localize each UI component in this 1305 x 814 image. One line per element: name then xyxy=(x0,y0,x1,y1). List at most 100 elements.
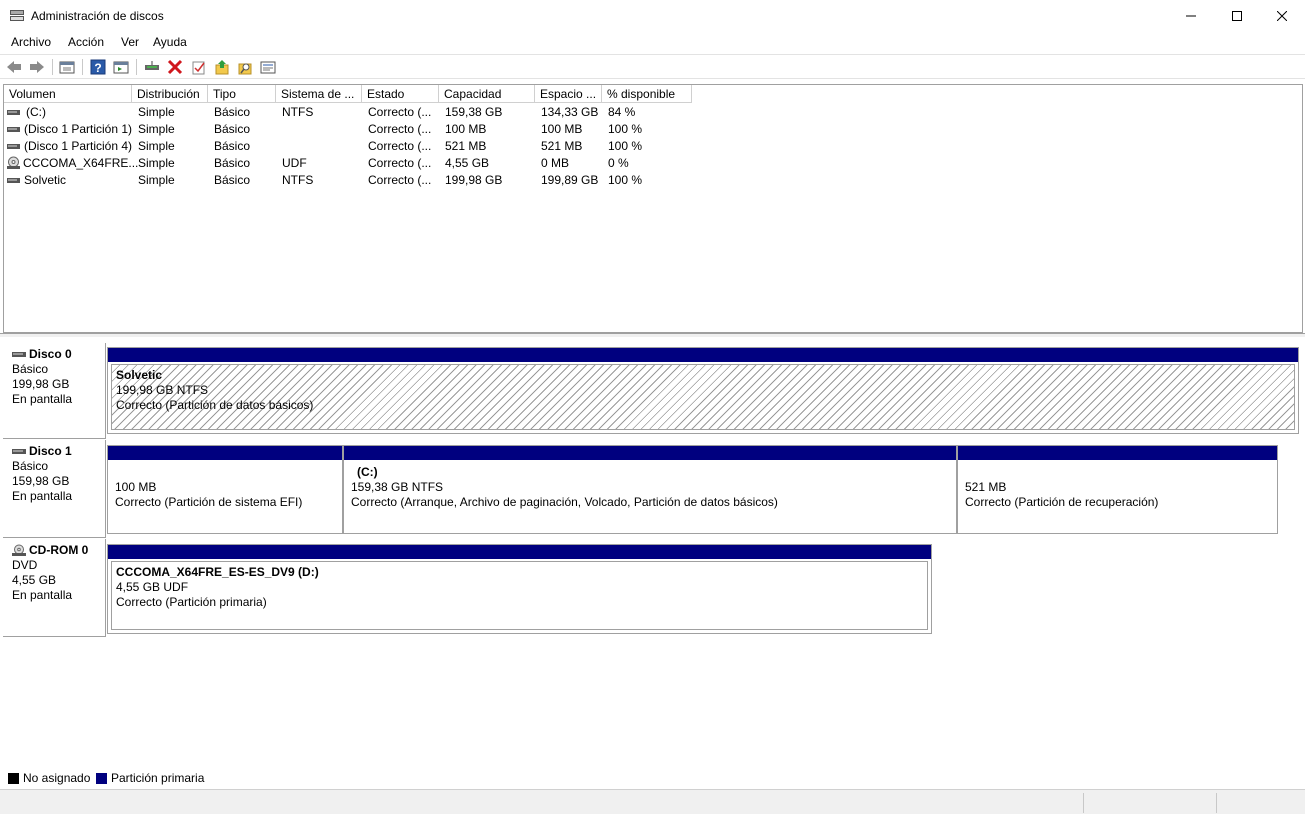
column-header-capacidad[interactable]: Capacidad xyxy=(439,85,535,103)
partition-solvetic[interactable]: Solvetic 199,98 GB NTFS Correcto (Partic… xyxy=(107,347,1299,434)
legend-item-primary: Partición primaria xyxy=(96,771,204,785)
disk-name: Disco 1 xyxy=(29,444,72,458)
properties-button[interactable] xyxy=(259,58,277,76)
legend-swatch xyxy=(96,772,107,784)
partition-c[interactable]: (C:) 159,38 GB NTFS Correcto (Arranque, … xyxy=(343,445,957,534)
column-header-volumen[interactable]: Volumen xyxy=(4,85,132,103)
partition-status: Correcto (Arranque, Archivo de paginació… xyxy=(351,495,778,509)
volume-status: Correcto (... xyxy=(368,173,432,187)
menu-bar: Archivo Acción Ver Ayuda xyxy=(0,31,1305,53)
toolbar: ? xyxy=(0,54,1305,79)
volume-row[interactable]: (C:) Simple Básico NTFS Correcto (... 15… xyxy=(4,104,1302,121)
column-header-sistema[interactable]: Sistema de ... xyxy=(276,85,362,103)
partition-title: (C:) xyxy=(357,465,378,479)
column-header-estado[interactable]: Estado xyxy=(362,85,439,103)
forward-button[interactable] xyxy=(28,58,46,76)
volume-row[interactable]: (Disco 1 Partición 1) Simple Básico Corr… xyxy=(4,121,1302,138)
volume-percent: 0 % xyxy=(608,156,629,170)
volume-capacity: 4,55 GB xyxy=(445,156,490,170)
disk-state: En pantalla xyxy=(12,489,73,503)
volume-status: Correcto (... xyxy=(368,139,432,153)
status-segment xyxy=(1083,793,1216,813)
column-header-disponible[interactable]: % disponible xyxy=(602,85,692,103)
volume-name: Solvetic xyxy=(24,173,67,187)
volume-status: Correcto (... xyxy=(368,156,432,170)
legend-swatch xyxy=(8,772,19,784)
menu-archivo[interactable]: Archivo xyxy=(11,35,51,49)
volume-row[interactable]: CCCOMA_X64FRE... Simple Básico UDF Corre… xyxy=(4,155,1302,172)
export-folder-button[interactable] xyxy=(213,58,231,76)
disk-state: En pantalla xyxy=(12,392,73,406)
help-button[interactable]: ? xyxy=(89,58,107,76)
forward-icon xyxy=(30,61,44,73)
cdrom-icon xyxy=(7,156,20,169)
disk-size: 4,55 GB xyxy=(12,573,57,587)
console-view-button[interactable] xyxy=(112,58,130,76)
volume-type: Básico xyxy=(214,122,251,136)
partition-color-bar xyxy=(108,446,342,460)
volume-filesystem: NTFS xyxy=(282,173,314,187)
volume-type: Básico xyxy=(214,105,251,119)
maximize-icon xyxy=(1232,10,1242,21)
minimize-button[interactable] xyxy=(1168,0,1214,31)
disk-label-cdrom-0[interactable]: CD-ROM 0 DVD 4,55 GB En pantalla xyxy=(3,539,106,637)
drive-icon xyxy=(7,144,20,149)
delete-icon xyxy=(167,59,183,75)
partition-body: CCCOMA_X64FRE_ES-ES_DV9 (D:) 4,55 GB UDF… xyxy=(111,561,928,630)
volume-name: (Disco 1 Partición 1) xyxy=(24,122,133,136)
partition-color-bar xyxy=(108,545,931,559)
column-header-tipo[interactable]: Tipo xyxy=(208,85,276,103)
disk-name: CD-ROM 0 xyxy=(29,543,89,557)
volume-row[interactable]: Solvetic Simple Básico NTFS Correcto (..… xyxy=(4,172,1302,189)
volume-status: Correcto (... xyxy=(368,105,432,119)
volume-type: Básico xyxy=(214,139,251,153)
volume-capacity: 199,98 GB xyxy=(445,173,503,187)
close-button[interactable] xyxy=(1259,0,1305,31)
partition-status: Correcto (Partición de datos básicos) xyxy=(116,398,314,412)
disk-label-disco-0[interactable]: Disco 0 Básico 199,98 GB En pantalla xyxy=(3,343,106,439)
properties-view-icon xyxy=(59,61,75,74)
title-bar: Administración de discos xyxy=(0,0,1305,31)
partition-status: Correcto (Partición de recuperación) xyxy=(965,495,1159,509)
partition-recovery[interactable]: 521 MB Correcto (Partición de recuperaci… xyxy=(957,445,1278,534)
volume-row[interactable]: (Disco 1 Partición 4) Simple Básico Corr… xyxy=(4,138,1302,155)
connect-disk-button[interactable] xyxy=(143,58,161,76)
partition-size: 4,55 GB UDF xyxy=(116,580,189,594)
drive-icon xyxy=(12,351,26,357)
cdrom-icon xyxy=(12,544,26,556)
menu-ayuda[interactable]: Ayuda xyxy=(153,35,187,49)
column-header-espacio[interactable]: Espacio ... xyxy=(535,85,602,103)
partition-efi[interactable]: 100 MB Correcto (Partición de sistema EF… xyxy=(107,445,343,534)
volume-filesystem: NTFS xyxy=(282,105,314,119)
maximize-button[interactable] xyxy=(1214,0,1260,31)
properties-view-button[interactable] xyxy=(58,58,76,76)
menu-accion[interactable]: Acción xyxy=(68,35,104,49)
partition-cdrom-d[interactable]: CCCOMA_X64FRE_ES-ES_DV9 (D:) 4,55 GB UDF… xyxy=(107,544,932,634)
legend-label: No asignado xyxy=(23,771,91,785)
delete-button[interactable] xyxy=(166,58,184,76)
partition-title: CCCOMA_X64FRE_ES-ES_DV9 (D:) xyxy=(116,565,319,579)
volume-free: 521 MB xyxy=(541,139,583,153)
checklist-button[interactable] xyxy=(190,58,208,76)
legend: No asignado Partición primaria xyxy=(0,768,1305,787)
partition-size: 159,38 GB NTFS xyxy=(351,480,444,494)
back-icon xyxy=(7,61,21,73)
disk-type: Básico xyxy=(12,362,49,376)
disk-size: 199,98 GB xyxy=(12,377,70,391)
back-button[interactable] xyxy=(5,58,23,76)
status-segment xyxy=(1216,793,1305,813)
search-folder-button[interactable] xyxy=(236,58,254,76)
volume-name: CCCOMA_X64FRE... xyxy=(23,156,139,170)
volume-free: 134,33 GB xyxy=(541,105,599,119)
column-header-distribucion[interactable]: Distribución xyxy=(132,85,208,103)
partition-body: 521 MB Correcto (Partición de recuperaci… xyxy=(961,462,1274,530)
volume-type: Básico xyxy=(214,156,251,170)
disk-management-app-icon xyxy=(10,10,24,21)
partition-size: 199,98 GB NTFS xyxy=(116,383,209,397)
disk-label-disco-1[interactable]: Disco 1 Básico 159,98 GB En pantalla xyxy=(3,440,106,538)
disk-name-row: CD-ROM 0 xyxy=(12,543,105,558)
volume-percent: 100 % xyxy=(608,139,643,153)
svg-text:?: ? xyxy=(94,61,101,75)
menu-ver[interactable]: Ver xyxy=(121,35,139,49)
properties-icon xyxy=(260,61,276,74)
